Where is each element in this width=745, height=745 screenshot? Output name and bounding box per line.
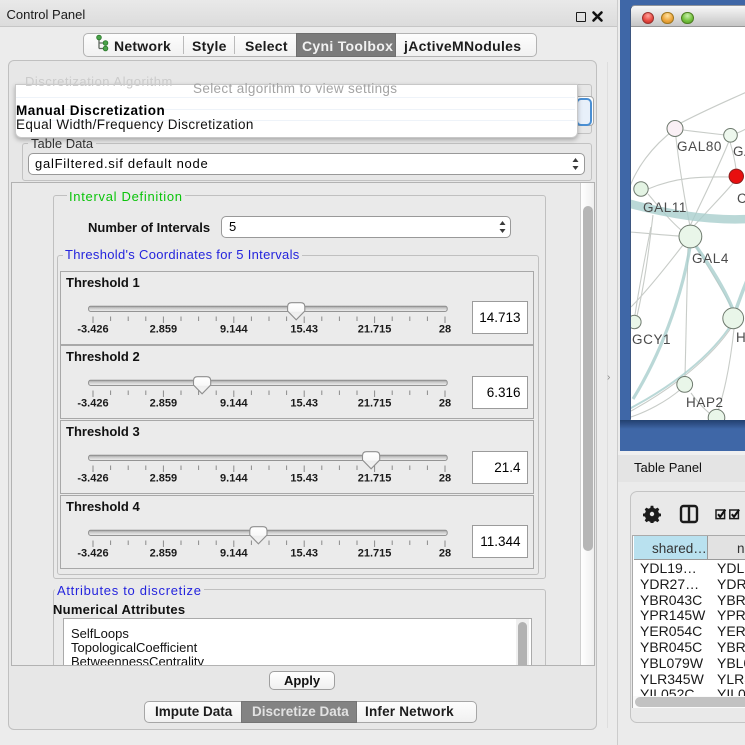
svg-text:-3.426: -3.426 bbox=[77, 398, 108, 410]
svg-text:21.715: 21.715 bbox=[358, 473, 392, 485]
svg-text:28: 28 bbox=[439, 547, 451, 559]
svg-text:28: 28 bbox=[439, 473, 451, 485]
svg-text:2.859: 2.859 bbox=[150, 547, 178, 559]
svg-text:-3.426: -3.426 bbox=[77, 323, 108, 335]
svg-text:15.43: 15.43 bbox=[290, 473, 318, 485]
svg-text:2.859: 2.859 bbox=[150, 473, 178, 485]
svg-text:15.43: 15.43 bbox=[290, 398, 318, 410]
svg-text:9.144: 9.144 bbox=[220, 547, 248, 559]
svg-text:21.715: 21.715 bbox=[358, 398, 392, 410]
svg-text:15.43: 15.43 bbox=[290, 547, 318, 559]
svg-text:2.859: 2.859 bbox=[150, 323, 178, 335]
svg-text:GA: GA bbox=[733, 144, 745, 159]
svg-text:-3.426: -3.426 bbox=[77, 547, 108, 559]
svg-text:2.859: 2.859 bbox=[150, 398, 178, 410]
svg-text:GCY1: GCY1 bbox=[632, 332, 671, 347]
svg-text:GAL80: GAL80 bbox=[677, 139, 722, 154]
svg-text:GAL11: GAL11 bbox=[643, 200, 687, 215]
svg-text:GAL4: GAL4 bbox=[692, 251, 729, 266]
svg-text:28: 28 bbox=[439, 398, 451, 410]
svg-text:15.43: 15.43 bbox=[290, 323, 318, 335]
svg-text:9.144: 9.144 bbox=[220, 473, 248, 485]
svg-text:21.715: 21.715 bbox=[358, 323, 392, 335]
svg-text:C: C bbox=[737, 191, 745, 206]
svg-text:H: H bbox=[736, 330, 745, 345]
svg-text:21.715: 21.715 bbox=[358, 547, 392, 559]
svg-text:-3.426: -3.426 bbox=[77, 473, 108, 485]
svg-text:9.144: 9.144 bbox=[220, 323, 248, 335]
svg-text:28: 28 bbox=[439, 323, 451, 335]
svg-text:9.144: 9.144 bbox=[220, 398, 248, 410]
svg-text:HAP2: HAP2 bbox=[686, 395, 724, 410]
